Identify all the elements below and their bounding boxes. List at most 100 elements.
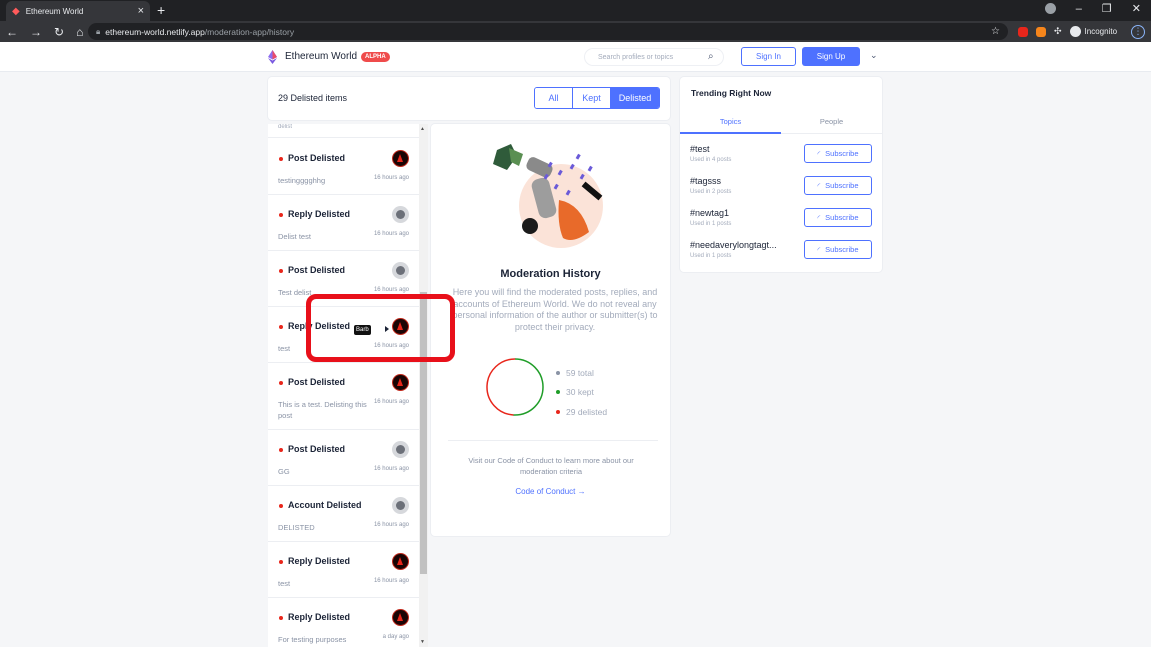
sign-in-button[interactable]: Sign In — [741, 47, 796, 66]
subscribe-button[interactable]: ◜ Subscribe — [804, 208, 872, 227]
subscribe-button[interactable]: ◜ Subscribe — [804, 144, 872, 163]
item-time: 16 hours ago — [373, 466, 409, 472]
scroll-up-icon[interactable]: ▲ — [420, 126, 425, 132]
history-stats: 59 total 30 kept 29 delisted — [556, 363, 607, 422]
chevron-down-icon[interactable]: ⌄ — [870, 50, 878, 61]
filter-delisted-button[interactable]: Delisted — [611, 88, 659, 108]
tab-topics[interactable]: Topics — [680, 117, 781, 126]
topic-tag[interactable]: #needaverylongtagt... — [690, 240, 790, 250]
trending-tabs: Topics People — [680, 113, 882, 134]
delisted-dot — [556, 409, 560, 414]
stat-kept: 30 kept — [556, 383, 607, 403]
list-item[interactable]: Reply Delisted Delist test 16 hours ago — [268, 195, 419, 251]
subscribe-label: Subscribe — [825, 245, 859, 254]
list-item[interactable]: Post Delisted GG 16 hours ago — [268, 430, 419, 486]
item-time: 16 hours ago — [373, 578, 409, 584]
item-title: Post Delisted — [288, 444, 346, 454]
stat-total-label: 59 total — [566, 367, 594, 378]
stat-delisted: 29 delisted — [556, 402, 607, 422]
delisted-dot — [279, 325, 283, 329]
brand-name[interactable]: Ethereum World — [285, 51, 357, 62]
list-item[interactable]: Post Delisted This is a test. Delisting … — [268, 363, 419, 430]
forward-icon[interactable]: → — [30, 25, 42, 39]
subscribe-button[interactable]: ◜ Subscribe — [804, 176, 872, 195]
list-item[interactable]: Reply Delisted test 16 hours ago — [268, 542, 419, 598]
address-bar[interactable]: 🔒︎ ethereum-world.netlify.app/moderation… — [88, 23, 1008, 40]
topic-tag[interactable]: #tagsss — [690, 176, 790, 186]
browser-tab[interactable]: ◆ Ethereum World × — [6, 1, 150, 21]
ethereum-favicon-icon: ◆ — [12, 5, 20, 17]
subscribe-label: Subscribe — [825, 149, 859, 158]
browser-menu-icon[interactable]: ⋮ — [1131, 24, 1146, 39]
trending-topic: #needaverylongtagt... Used in 1 posts ◜ S… — [680, 240, 882, 272]
filter-kept-button[interactable]: Kept — [573, 88, 611, 108]
list-scrollbar[interactable]: ▲ ▼ — [419, 124, 428, 647]
list-item[interactable]: Reply Delisted For testing purposes a da… — [268, 598, 419, 647]
incognito-indicator[interactable]: Incognito — [1069, 26, 1117, 37]
list-item-partial[interactable]: delist — [268, 124, 419, 138]
subscribe-label: Subscribe — [825, 181, 859, 190]
summary-card: 29 Delisted items All Kept Delisted — [268, 77, 670, 120]
delisted-dot — [279, 157, 283, 161]
item-time: a day ago — [382, 634, 409, 640]
delisted-dot — [279, 448, 283, 452]
minimize-icon[interactable]: – — [1076, 3, 1082, 15]
topic-usage: Used in 2 posts — [690, 189, 732, 195]
sign-up-button[interactable]: Sign Up — [802, 47, 860, 66]
item-title: Reply Delisted — [288, 556, 351, 566]
restore-icon[interactable]: ❐ — [1102, 2, 1112, 15]
tab-people[interactable]: People — [781, 117, 882, 126]
list-item[interactable]: Post Delisted testingggghhg 16 hours ago — [268, 139, 419, 195]
filter-tabs: All Kept Delisted — [534, 87, 660, 109]
trending-title: Trending Right Now — [691, 88, 772, 98]
avatar — [392, 609, 409, 626]
subscribe-label: Subscribe — [825, 213, 859, 222]
filter-all-button[interactable]: All — [535, 88, 573, 108]
close-tab-icon[interactable]: × — [138, 5, 144, 17]
stat-delisted-label: 29 delisted — [566, 406, 608, 417]
bookmark-star-icon[interactable]: ☆ — [991, 26, 1000, 37]
history-title: Moderation History — [500, 268, 601, 280]
scroll-down-icon[interactable]: ▼ — [420, 639, 425, 645]
reload-icon[interactable]: ↻ — [54, 25, 64, 39]
item-time: 16 hours ago — [373, 175, 409, 181]
subscribe-button[interactable]: ◜ Subscribe — [804, 240, 872, 259]
window-controls: – ❐ ✕ — [1044, 2, 1141, 15]
puzzle-icon[interactable]: ✣ — [1054, 26, 1062, 37]
kept-delisted-ring-chart — [486, 358, 544, 416]
kept-dot — [556, 390, 560, 395]
avatar — [392, 553, 409, 570]
rss-icon: ◜ — [817, 246, 821, 254]
topic-tag[interactable]: #test — [690, 144, 790, 154]
topic-tag[interactable]: #newtag1 — [690, 208, 790, 218]
item-time: 16 hours ago — [373, 231, 409, 237]
new-tab-icon[interactable]: + — [157, 2, 165, 18]
search-input[interactable]: Search profiles or topics — [584, 48, 724, 66]
avatar — [392, 206, 409, 223]
tab-title: Ethereum World — [25, 6, 84, 16]
avatar — [392, 262, 409, 279]
item-title: Reply Delisted — [288, 209, 351, 219]
ethereum-logo-icon[interactable] — [268, 50, 277, 64]
profile-icon[interactable] — [1044, 3, 1056, 14]
extension-icon[interactable] — [1018, 26, 1028, 37]
metamask-icon[interactable] — [1036, 26, 1046, 37]
search-icon[interactable]: ⌕ — [708, 51, 714, 62]
avatar — [392, 441, 409, 458]
code-of-conduct-link[interactable]: Code of Conduct → — [431, 487, 670, 496]
close-window-icon[interactable]: ✕ — [1132, 2, 1141, 15]
incognito-icon — [1069, 26, 1081, 37]
item-title: Account Delisted — [288, 500, 362, 510]
trending-topic: #test Used in 4 posts ◜ Subscribe — [680, 144, 882, 176]
list-item[interactable]: Account Delisted DELISTED 16 hours ago — [268, 486, 419, 542]
item-content: testingggghhg — [278, 176, 326, 185]
highlight-annotation — [306, 294, 455, 362]
item-content: test — [278, 579, 291, 588]
topic-usage: Used in 1 posts — [690, 221, 732, 227]
lock-icon[interactable]: 🔒︎ — [96, 27, 100, 37]
back-icon[interactable]: ← — [6, 25, 18, 39]
rss-icon: ◜ — [817, 214, 821, 222]
item-title: Post Delisted — [288, 153, 346, 163]
home-icon[interactable]: ⌂ — [76, 25, 83, 39]
item-time: 16 hours ago — [373, 399, 409, 405]
